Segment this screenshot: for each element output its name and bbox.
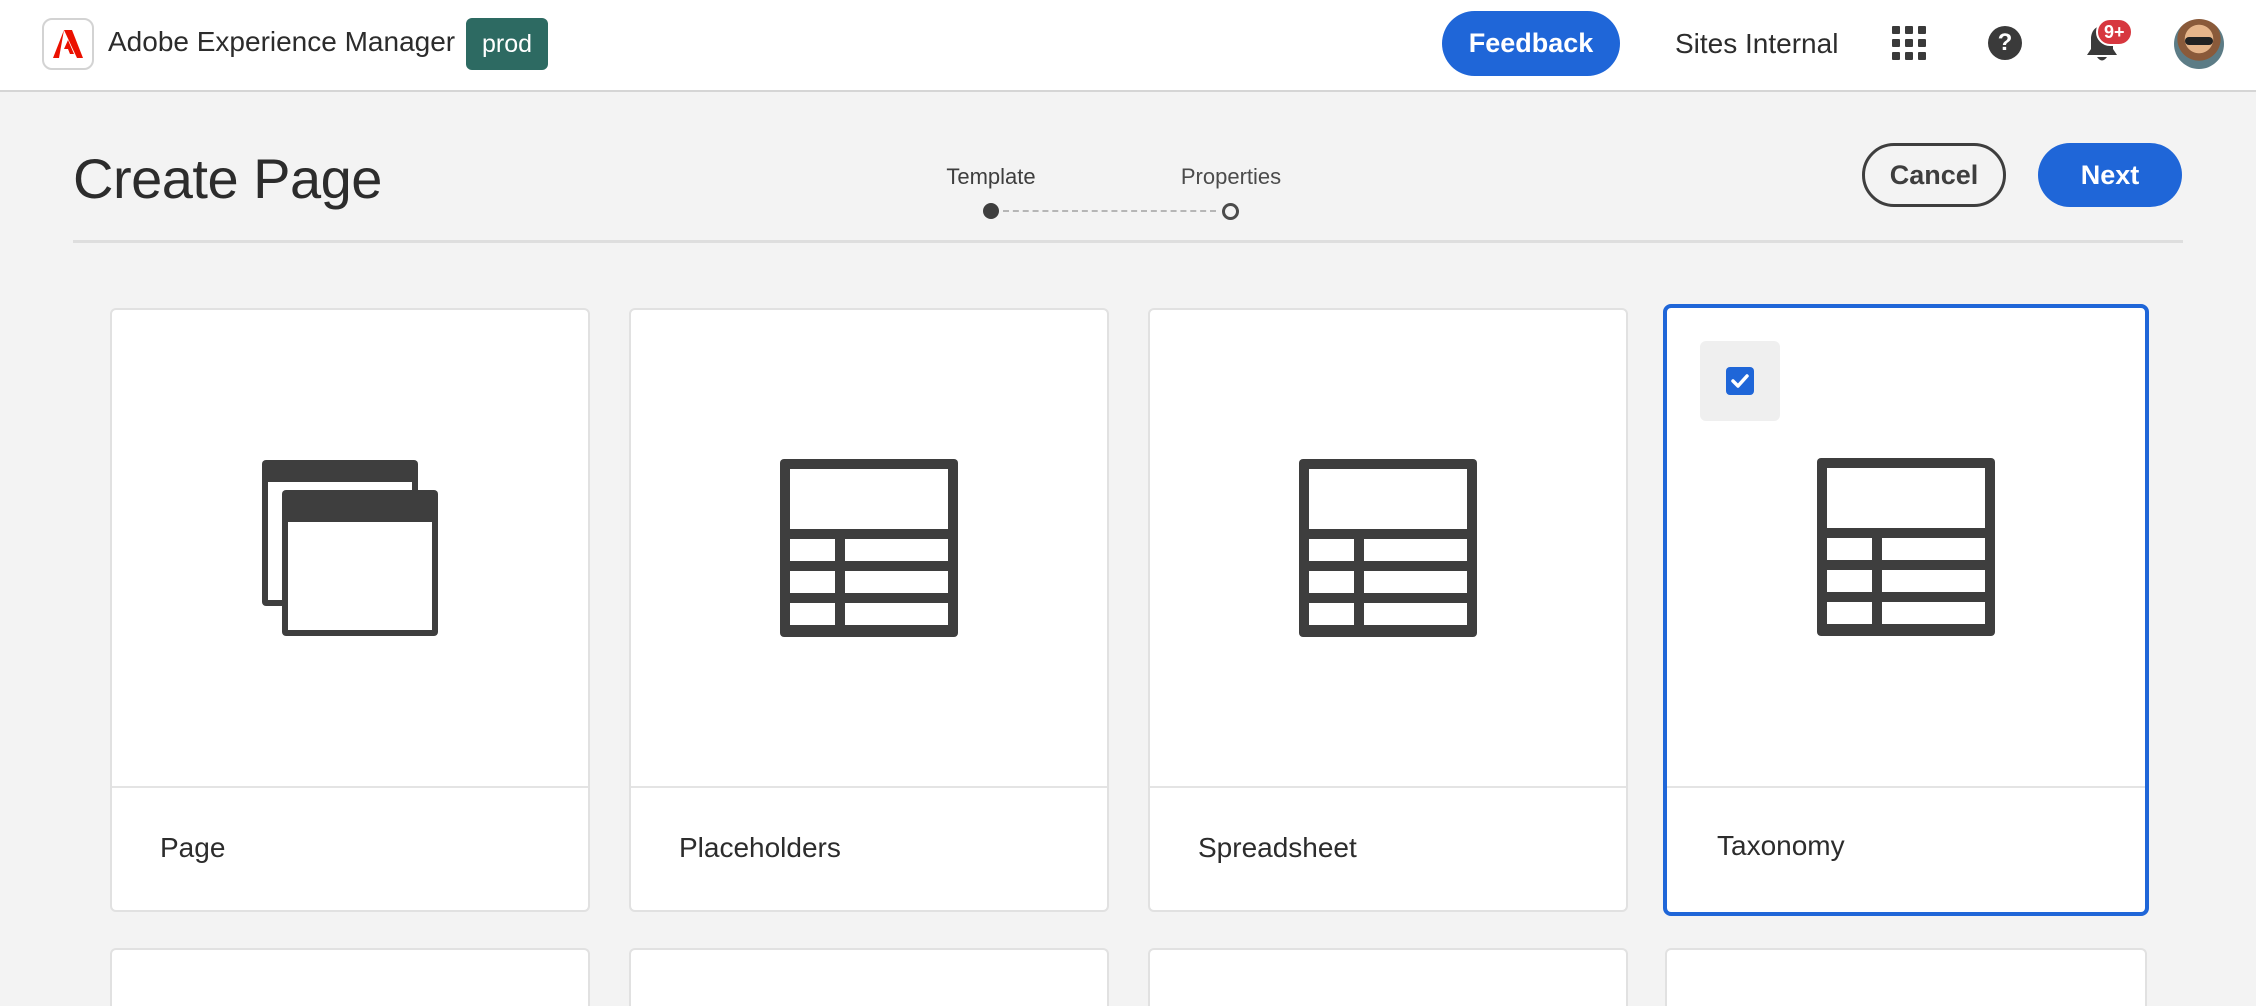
card-label: Page bbox=[160, 832, 226, 863]
header-divider bbox=[73, 240, 2183, 243]
template-card-spreadsheet[interactable]: Spreadsheet bbox=[1148, 308, 1628, 912]
template-card[interactable] bbox=[629, 948, 1109, 1006]
template-card-placeholders[interactable]: Placeholders bbox=[629, 308, 1109, 912]
template-card-page[interactable]: Page bbox=[110, 308, 590, 912]
table-template-icon bbox=[1299, 459, 1477, 637]
card-select-checkbox-wrap[interactable] bbox=[1700, 341, 1780, 421]
help-icon[interactable]: ? bbox=[1988, 26, 2022, 60]
environment-badge: prod bbox=[466, 18, 548, 70]
card-label: Spreadsheet bbox=[1198, 832, 1357, 863]
adobe-logo-icon[interactable] bbox=[42, 18, 94, 70]
table-template-icon bbox=[1817, 458, 1995, 636]
table-template-icon bbox=[780, 459, 958, 637]
step-connector bbox=[1003, 210, 1216, 212]
page-title: Create Page bbox=[73, 147, 382, 210]
notification-count-badge: 9+ bbox=[2096, 18, 2133, 46]
card-label: Placeholders bbox=[679, 832, 841, 863]
card-thumbnail bbox=[631, 310, 1107, 788]
apps-grid-icon[interactable] bbox=[1892, 26, 1926, 60]
card-thumbnail bbox=[112, 310, 588, 788]
template-card[interactable] bbox=[110, 948, 590, 1006]
card-select-checkbox[interactable] bbox=[1726, 367, 1754, 395]
template-card[interactable] bbox=[1665, 948, 2147, 1006]
card-thumbnail bbox=[1150, 310, 1626, 788]
top-bar: Adobe Experience Manager prod Feedback S… bbox=[0, 0, 2256, 92]
step-template-label: Template bbox=[946, 164, 1036, 189]
step-template-indicator bbox=[983, 203, 999, 219]
feedback-button[interactable]: Feedback bbox=[1442, 11, 1620, 76]
step-properties-label: Properties bbox=[1180, 164, 1282, 189]
card-label: Taxonomy bbox=[1717, 830, 1845, 861]
org-switcher[interactable]: Sites Internal bbox=[1675, 28, 1838, 60]
avatar[interactable] bbox=[2174, 19, 2224, 69]
page-template-icon bbox=[262, 460, 438, 636]
template-card[interactable] bbox=[1148, 948, 1628, 1006]
cancel-button[interactable]: Cancel bbox=[1862, 143, 2006, 207]
checkmark-icon bbox=[1731, 374, 1749, 388]
step-properties-indicator bbox=[1222, 203, 1239, 220]
template-card-taxonomy[interactable]: Taxonomy bbox=[1663, 304, 2149, 916]
app-title[interactable]: Adobe Experience Manager bbox=[108, 26, 455, 58]
next-button[interactable]: Next bbox=[2038, 143, 2182, 207]
